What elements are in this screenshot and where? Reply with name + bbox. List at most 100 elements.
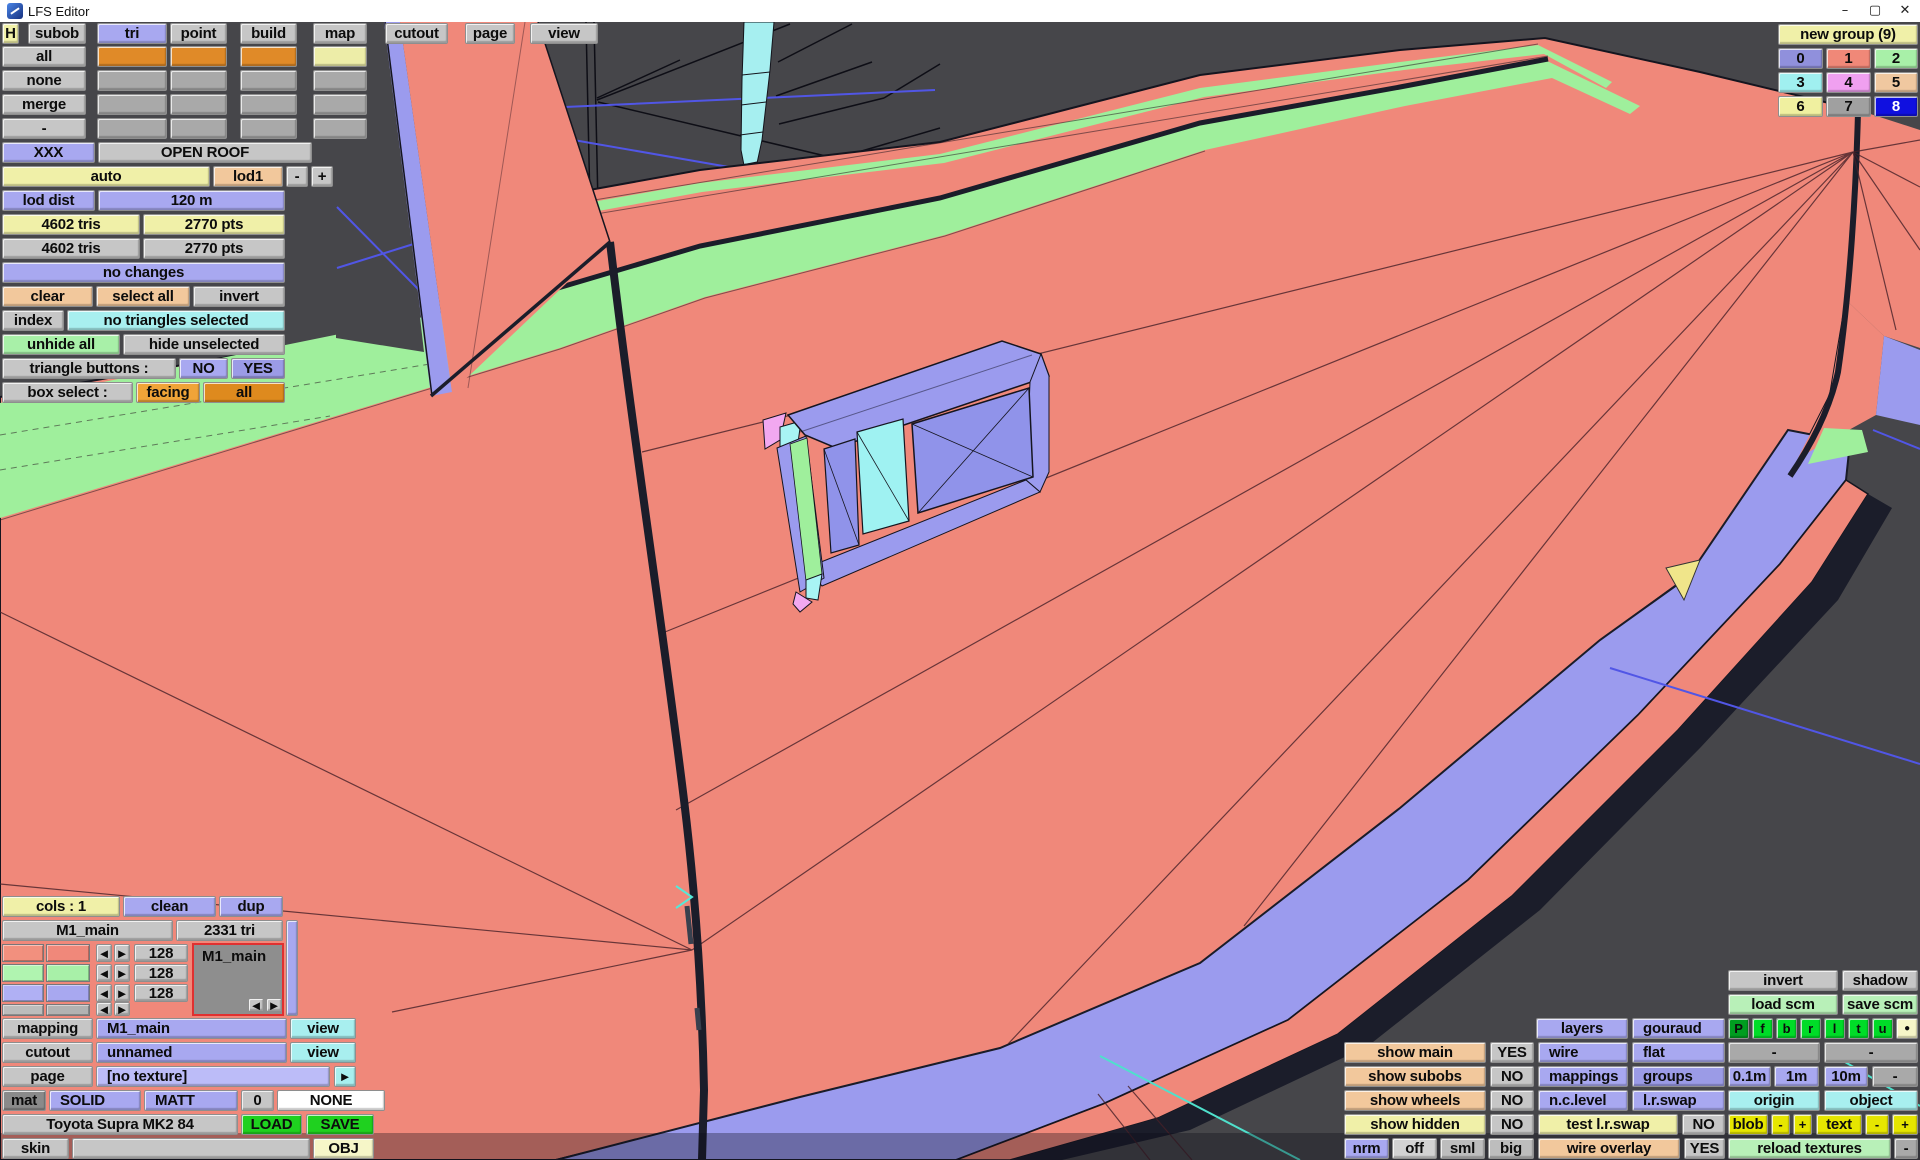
channel-r[interactable]: r <box>1800 1018 1821 1039</box>
group-1[interactable]: 1 <box>1826 48 1871 69</box>
group-6[interactable]: 6 <box>1778 96 1823 117</box>
group-cell[interactable] <box>313 94 367 115</box>
blue-value[interactable]: 128 <box>134 984 188 1002</box>
show-hidden-value[interactable]: NO <box>1490 1114 1534 1135</box>
unhide-all-button[interactable]: unhide all <box>2 334 120 355</box>
maximize-button[interactable]: ▢ <box>1860 0 1890 22</box>
color-swatch-r2a[interactable] <box>2 964 44 982</box>
object-button[interactable]: object <box>1824 1090 1918 1111</box>
obj-button[interactable]: OBJ <box>313 1138 374 1159</box>
dash-button-1[interactable]: - <box>1728 1042 1820 1063</box>
mat-solid[interactable]: SOLID <box>49 1090 141 1111</box>
green-value[interactable]: 128 <box>134 964 188 982</box>
group-0[interactable]: 0 <box>1778 48 1823 69</box>
xxx-button[interactable]: XXX <box>2 142 95 163</box>
index-button[interactable]: index <box>2 310 64 331</box>
preview-left-arrow[interactable]: ◄ <box>248 998 264 1012</box>
auto-button[interactable]: auto <box>2 166 210 187</box>
clear-button[interactable]: clear <box>2 286 93 307</box>
box-select-all[interactable]: all <box>203 382 285 403</box>
group-cell[interactable] <box>170 46 227 67</box>
save-scm-button[interactable]: save scm <box>1842 994 1918 1015</box>
preview-right-arrow[interactable]: ► <box>266 998 282 1012</box>
group-cell[interactable] <box>97 46 167 67</box>
triangle-buttons-yes[interactable]: YES <box>231 358 285 379</box>
groups-button[interactable]: groups <box>1632 1066 1725 1087</box>
group-cell[interactable] <box>313 46 367 67</box>
lod-plus-button[interactable]: + <box>311 166 333 187</box>
group-4[interactable]: 4 <box>1826 72 1871 93</box>
grid-1m-button[interactable]: 1m <box>1774 1066 1819 1087</box>
color-swatch-r2b[interactable] <box>46 964 90 982</box>
lr-swap-button[interactable]: l.r.swap <box>1632 1090 1725 1111</box>
triangle-buttons-no[interactable]: NO <box>179 358 228 379</box>
load-button[interactable]: LOAD <box>241 1114 302 1135</box>
right-arrow-button[interactable]: ► <box>114 944 130 962</box>
nrm-off-button[interactable]: off <box>1392 1138 1437 1159</box>
channel-l[interactable]: l <box>1824 1018 1845 1039</box>
left-arrow-button[interactable]: ◄ <box>96 984 112 1002</box>
left-arrow-button[interactable]: ◄ <box>96 1002 112 1016</box>
right-arrow-button[interactable]: ► <box>114 964 130 982</box>
show-hidden-button[interactable]: show hidden <box>1344 1114 1486 1135</box>
mapping-value[interactable]: M1_main <box>96 1018 287 1039</box>
group-cell[interactable] <box>240 94 297 115</box>
car-name[interactable]: Toyota Supra MK2 84 <box>2 1114 238 1135</box>
shadow-button[interactable]: shadow <box>1842 970 1918 991</box>
group-3[interactable]: 3 <box>1778 72 1823 93</box>
new-group-button[interactable]: new group (9) <box>1778 24 1918 45</box>
save-button[interactable]: SAVE <box>306 1114 374 1135</box>
color-swatch-r3a[interactable] <box>2 984 44 1002</box>
wire-overlay-value[interactable]: YES <box>1684 1138 1725 1159</box>
mapping-label[interactable]: mapping <box>2 1018 93 1039</box>
color-swatch-r1b[interactable] <box>46 944 90 962</box>
group-cell[interactable] <box>240 46 297 67</box>
color-swatch-r4b[interactable] <box>46 1004 90 1016</box>
left-arrow-button[interactable]: ◄ <box>96 944 112 962</box>
flat-button[interactable]: flat <box>1632 1042 1725 1063</box>
nrm-big-button[interactable]: big <box>1488 1138 1534 1159</box>
dash-button-4[interactable]: - <box>1894 1138 1918 1159</box>
grid-01m-button[interactable]: 0.1m <box>1728 1066 1771 1087</box>
tab-cutout[interactable]: cutout <box>385 23 448 44</box>
mat-zero[interactable]: 0 <box>241 1090 274 1111</box>
cutout-label[interactable]: cutout <box>2 1042 93 1063</box>
left-arrow-button[interactable]: ◄ <box>96 964 112 982</box>
select-all-button[interactable]: select all <box>96 286 190 307</box>
lod-minus-button[interactable]: - <box>286 166 308 187</box>
blob-button[interactable]: blob <box>1728 1114 1768 1135</box>
page-value[interactable]: [no texture] <box>96 1066 330 1087</box>
blob-minus[interactable]: - <box>1771 1114 1790 1135</box>
group-7[interactable]: 7 <box>1826 96 1871 117</box>
test-lr-swap-button[interactable]: test l.r.swap <box>1538 1114 1678 1135</box>
group-cell[interactable] <box>97 94 167 115</box>
tab-build[interactable]: build <box>240 23 297 44</box>
tab-point[interactable]: point <box>170 23 227 44</box>
mat-matt[interactable]: MATT <box>144 1090 238 1111</box>
box-select-facing[interactable]: facing <box>136 382 200 403</box>
tab-tri[interactable]: tri <box>97 23 167 44</box>
grid-10m-button[interactable]: 10m <box>1824 1066 1868 1087</box>
group-8-selected[interactable]: 8 <box>1874 96 1918 117</box>
close-button[interactable]: ✕ <box>1890 0 1920 22</box>
reload-textures-button[interactable]: reload textures <box>1728 1138 1891 1159</box>
group-cell[interactable] <box>97 118 167 139</box>
material-name[interactable]: M1_main <box>2 920 173 941</box>
group-cell[interactable] <box>170 94 227 115</box>
color-swatch-r1a[interactable] <box>2 944 44 962</box>
channel-b[interactable]: b <box>1776 1018 1797 1039</box>
channel-t[interactable]: t <box>1848 1018 1869 1039</box>
channel-u[interactable]: u <box>1872 1018 1893 1039</box>
load-scm-button[interactable]: load scm <box>1728 994 1838 1015</box>
show-subobs-button[interactable]: show subobs <box>1344 1066 1486 1087</box>
mat-none[interactable]: NONE <box>277 1090 385 1111</box>
channel-f[interactable]: f <box>1752 1018 1773 1039</box>
group-cell[interactable] <box>240 70 297 91</box>
dash-button-3[interactable]: - <box>1872 1066 1918 1087</box>
dash-row[interactable]: - <box>2 118 86 139</box>
group-cell[interactable] <box>97 70 167 91</box>
cutout-view-button[interactable]: view <box>290 1042 356 1063</box>
wire-overlay-button[interactable]: wire overlay <box>1538 1138 1680 1159</box>
channel-dot[interactable]: ● <box>1896 1018 1918 1039</box>
show-main-button[interactable]: show main <box>1344 1042 1486 1063</box>
